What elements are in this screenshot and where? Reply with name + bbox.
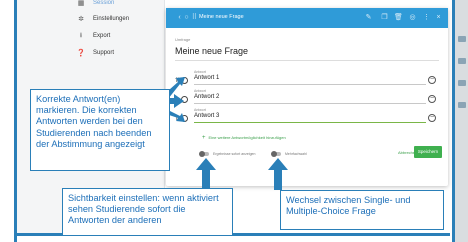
answer-field-label: Antwort (194, 89, 206, 93)
right-panel-strip (452, 0, 468, 242)
reorder-icon[interactable]: ⇅ (175, 77, 180, 84)
toggle-label: Mehrfachwahl (285, 152, 307, 156)
copy-icon[interactable]: ❐ (380, 13, 389, 22)
gear-icon: ✲ (78, 16, 84, 23)
sidebar-item-label: Support (93, 50, 115, 56)
add-answer-label: Eine weitere Antwortmöglichkeit hinzufüg… (208, 135, 286, 140)
remove-answer-icon[interactable]: − (428, 76, 436, 84)
remove-answer-icon[interactable]: − (428, 95, 436, 103)
toggle-switch[interactable] (199, 150, 209, 157)
multiple-choice-toggle[interactable]: Mehrfachwahl (271, 150, 307, 158)
save-button[interactable]: Speichern (414, 146, 442, 158)
toggle-label: Ergebnisse sofort anzeigen (213, 152, 256, 156)
sidebar-item-support[interactable]: ❓ Support (77, 47, 115, 59)
export-icon: ⭳ (79, 31, 83, 39)
remove-answer-icon[interactable]: − (428, 114, 436, 122)
divider (175, 60, 439, 61)
edit-icon[interactable]: ✎ (364, 13, 373, 22)
panel-chip (458, 102, 466, 108)
answer-field-label: Antwort (194, 70, 206, 74)
callout-single-multiple: Wechsel zwischen Single- und Multiple-Ch… (280, 190, 444, 230)
dialog-title: Meine neue Frage (199, 14, 244, 20)
grid-icon: ⠿ (191, 14, 198, 21)
answer-input[interactable]: Antwort 2 (194, 94, 219, 100)
help-icon: ❓ (76, 50, 86, 57)
delete-icon[interactable]: 🗑 (394, 13, 403, 22)
reorder-icon[interactable]: ⇅ (175, 115, 180, 122)
question-text[interactable]: Meine neue Frage (175, 46, 248, 56)
preview-icon[interactable]: ◎ (408, 13, 417, 22)
sidebar-item-label: Session (93, 0, 115, 6)
correct-answer-radio[interactable] (181, 96, 188, 103)
show-results-toggle[interactable]: Ergebnisse sofort anzeigen (199, 150, 256, 158)
close-icon[interactable]: × (434, 13, 443, 22)
answer-field-label: Antwort (194, 108, 206, 112)
sidebar-item-export[interactable]: ⭳ Export (80, 30, 111, 42)
answer-row: ⇅ Antwort Antwort 3 − (175, 108, 445, 126)
correct-answer-radio[interactable] (181, 115, 188, 122)
panel-chip (458, 58, 466, 64)
toggle-switch[interactable] (271, 150, 281, 157)
panel-chip (458, 36, 466, 42)
question-type-label: Umfrage (175, 37, 191, 42)
input-underline (194, 122, 426, 123)
sidebar-item-label: Einstellungen (93, 16, 130, 22)
sidebar-item-session[interactable]: ▦ Session (78, 0, 115, 9)
correct-answer-radio[interactable] (181, 77, 188, 84)
more-icon[interactable]: ⋮ (422, 13, 431, 22)
callout-correct-answers: Korrekte Antwort(en) markieren. Die korr… (30, 89, 170, 171)
input-underline (194, 103, 426, 104)
sidebar-item-label: Export (93, 33, 111, 39)
answer-row: Antwort Antwort 2 − (175, 89, 445, 107)
frame-border-right (452, 0, 455, 242)
answer-row: ⇅ Antwort Antwort 1 − (175, 70, 445, 88)
input-underline (194, 84, 426, 85)
session-icon: ▦ (77, 0, 85, 7)
sidebar-item-settings[interactable]: ✲ Einstellungen (78, 13, 130, 25)
answer-input[interactable]: Antwort 1 (194, 75, 219, 81)
callout-visibility: Sichtbarkeit einstellen: wenn aktiviert … (62, 188, 233, 236)
dialog-header: ‹ ○ ⠿ Meine neue Frage ✎ ❐ 🗑 ◎ ⋮ × (166, 8, 448, 28)
add-answer-button[interactable]: + Eine weitere Antwortmöglichkeit hinzufü… (202, 135, 286, 141)
panel-chip (458, 80, 466, 86)
answer-input[interactable]: Antwort 3 (194, 113, 219, 119)
question-editor-dialog: ‹ ○ ⠿ Meine neue Frage ✎ ❐ 🗑 ◎ ⋮ × Umfra… (166, 8, 448, 186)
plus-icon: + (202, 135, 206, 141)
